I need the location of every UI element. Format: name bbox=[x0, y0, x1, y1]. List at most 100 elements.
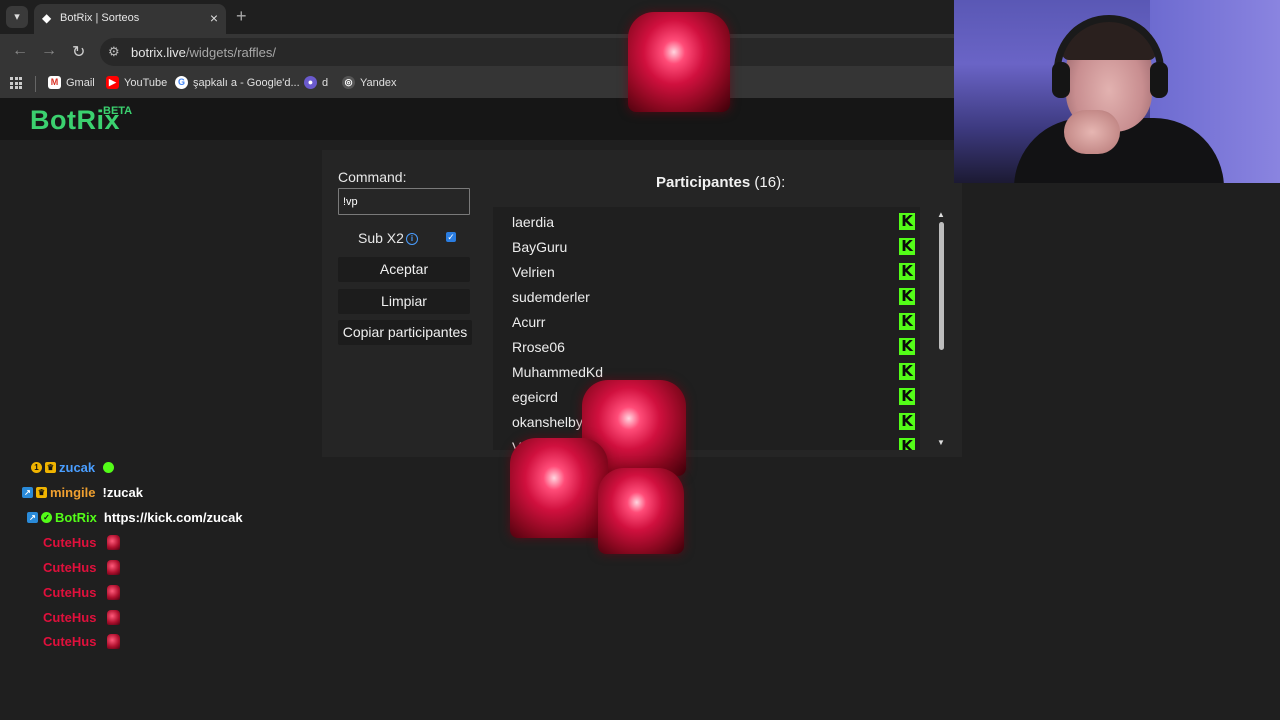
chat-message: CuteHus bbox=[43, 610, 121, 625]
sub-x2-label: Sub X2 bbox=[358, 230, 404, 246]
forward-icon[interactable]: → bbox=[41, 42, 57, 60]
chat-username[interactable]: BotRix bbox=[55, 510, 97, 525]
bookmark-label: Yandex bbox=[360, 76, 397, 89]
participants-list[interactable]: laerdia K BayGuru K Velrien K sudemderle… bbox=[493, 207, 920, 450]
gmail-icon: M bbox=[48, 76, 61, 89]
webcam-person-hand bbox=[1064, 110, 1120, 154]
bookmark-label: şapkalı a - Google'd... bbox=[193, 76, 300, 89]
site-info-icon[interactable]: ⚙ bbox=[108, 44, 120, 60]
bookmarks-divider bbox=[35, 76, 36, 92]
tab-botrix[interactable]: ◆ BotRix | Sorteos × bbox=[34, 4, 226, 34]
headphones-icon bbox=[1054, 15, 1164, 95]
chat-username[interactable]: CuteHus bbox=[43, 560, 96, 575]
siren-emote-icon bbox=[107, 560, 121, 575]
list-item: Acurr bbox=[512, 314, 546, 330]
siren-emote-icon bbox=[598, 468, 684, 554]
list-item: Velrien bbox=[512, 264, 555, 280]
headphone-cup-left bbox=[1052, 62, 1070, 98]
bookmark-d[interactable]: ● d bbox=[304, 76, 328, 89]
apps-grid-icon[interactable] bbox=[10, 77, 22, 89]
accept-button[interactable]: Aceptar bbox=[338, 257, 470, 282]
chat-message: CuteHus bbox=[43, 634, 121, 649]
siren-emote-icon bbox=[628, 12, 730, 112]
close-icon[interactable]: × bbox=[210, 10, 218, 26]
chat-username[interactable]: CuteHus bbox=[43, 585, 96, 600]
kick-icon: K bbox=[899, 388, 915, 405]
chat-message: ↗ ♛ mingile !zucak bbox=[22, 485, 143, 500]
participants-count: (16): bbox=[754, 174, 786, 191]
command-input[interactable] bbox=[338, 188, 470, 215]
kick-icon: K bbox=[899, 263, 915, 280]
clear-button[interactable]: Limpiar bbox=[338, 289, 470, 314]
bookmark-gmail[interactable]: M Gmail bbox=[48, 76, 95, 89]
list-item: laerdia bbox=[512, 214, 555, 230]
siren-emote-icon bbox=[107, 634, 121, 649]
tab-title: BotRix | Sorteos bbox=[60, 12, 140, 24]
chat-username[interactable]: CuteHus bbox=[43, 610, 96, 625]
bookmarks-bar: M Gmail ▶ YouTube G şapkalı a - Google'd… bbox=[0, 70, 954, 98]
participants-title-text: Participantes bbox=[656, 174, 751, 191]
info-icon[interactable]: i bbox=[406, 233, 418, 245]
siren-emote-icon bbox=[510, 438, 608, 538]
siren-emote-icon bbox=[107, 610, 121, 625]
kick-icon: K bbox=[899, 238, 915, 255]
crown-badge-icon: ♛ bbox=[45, 462, 56, 473]
moderator-badge-icon: ↗ bbox=[22, 487, 33, 498]
bookmark-youtube[interactable]: ▶ YouTube bbox=[106, 76, 167, 89]
chat-message: CuteHus bbox=[43, 585, 121, 600]
participants-title: Participantes (16): bbox=[656, 174, 785, 191]
bookmark-google[interactable]: G şapkalı a - Google'd... bbox=[175, 76, 300, 89]
list-item: MuhammedKd bbox=[512, 364, 604, 380]
siren-emote-icon bbox=[107, 535, 121, 550]
bookmark-label: YouTube bbox=[124, 76, 168, 89]
list-item: Rrose06 bbox=[512, 339, 565, 355]
bookmark-label: d bbox=[322, 76, 329, 89]
scroll-down-icon[interactable]: ▼ bbox=[937, 438, 945, 447]
subscriber-badge-icon: 1 bbox=[31, 462, 42, 473]
verified-badge-icon: ✓ bbox=[41, 512, 52, 523]
kick-icon: K bbox=[899, 288, 915, 305]
headphone-cup-right bbox=[1150, 62, 1168, 98]
address-bar[interactable]: ⚙ botrix.live/widgets/raffles/ bbox=[100, 38, 954, 66]
webcam-feed bbox=[954, 0, 1280, 183]
list-item: sudemderler bbox=[512, 289, 590, 305]
chat-message: CuteHus bbox=[43, 560, 121, 575]
sub-x2-checkbox[interactable]: ✓ bbox=[446, 232, 456, 242]
chat-text[interactable]: https://kick.com/zucak bbox=[104, 510, 243, 525]
chat-text: !zucak bbox=[102, 485, 143, 500]
browser-tabstrip: ▾ ◆ BotRix | Sorteos × + bbox=[0, 0, 954, 34]
back-icon[interactable]: ← bbox=[12, 42, 28, 60]
yandex-icon: ◎ bbox=[342, 76, 355, 89]
site-header: BotRix BETA bbox=[0, 98, 954, 140]
chat-username[interactable]: CuteHus bbox=[43, 535, 96, 550]
kick-icon: K bbox=[899, 338, 915, 355]
kick-icon: K bbox=[899, 213, 915, 230]
tab-search-button[interactable]: ▾ bbox=[6, 6, 28, 28]
chat-username[interactable]: zucak bbox=[59, 460, 95, 475]
command-label: Command: bbox=[338, 169, 407, 185]
scroll-up-icon[interactable]: ▲ bbox=[937, 210, 945, 219]
chat-username[interactable]: mingile bbox=[50, 485, 96, 500]
browser-toolbar: ← → ↻ ⚙ botrix.live/widgets/raffles/ bbox=[0, 34, 954, 70]
google-icon: G bbox=[175, 76, 188, 89]
chat-message: ↗ ✓ BotRix https://kick.com/zucak bbox=[27, 510, 243, 525]
bookmark-yandex[interactable]: ◎ Yandex bbox=[342, 76, 397, 89]
crown-badge-icon: ♛ bbox=[36, 487, 47, 498]
scrollbar-thumb[interactable] bbox=[939, 222, 944, 350]
new-tab-icon[interactable]: + bbox=[236, 6, 247, 27]
kick-icon: K bbox=[899, 363, 915, 380]
beta-badge: BETA bbox=[103, 105, 133, 117]
copy-participants-button[interactable]: Copiar participantes bbox=[338, 320, 472, 345]
list-item: egeicrd bbox=[512, 389, 558, 405]
kick-icon: K bbox=[899, 313, 915, 330]
botrix-favicon-icon: ◆ bbox=[42, 11, 52, 25]
moderator-badge-icon: ↗ bbox=[27, 512, 38, 523]
bookmark-icon: ● bbox=[304, 76, 317, 89]
chat-username[interactable]: CuteHus bbox=[43, 634, 96, 649]
reload-icon[interactable]: ↻ bbox=[72, 42, 85, 62]
chat-message: 1 ♛ zucak bbox=[31, 460, 115, 475]
chat-message: CuteHus bbox=[43, 535, 121, 550]
url-text: botrix.live/widgets/raffles/ bbox=[131, 45, 277, 60]
kick-emote-icon bbox=[103, 462, 115, 473]
siren-emote-icon bbox=[107, 585, 121, 600]
